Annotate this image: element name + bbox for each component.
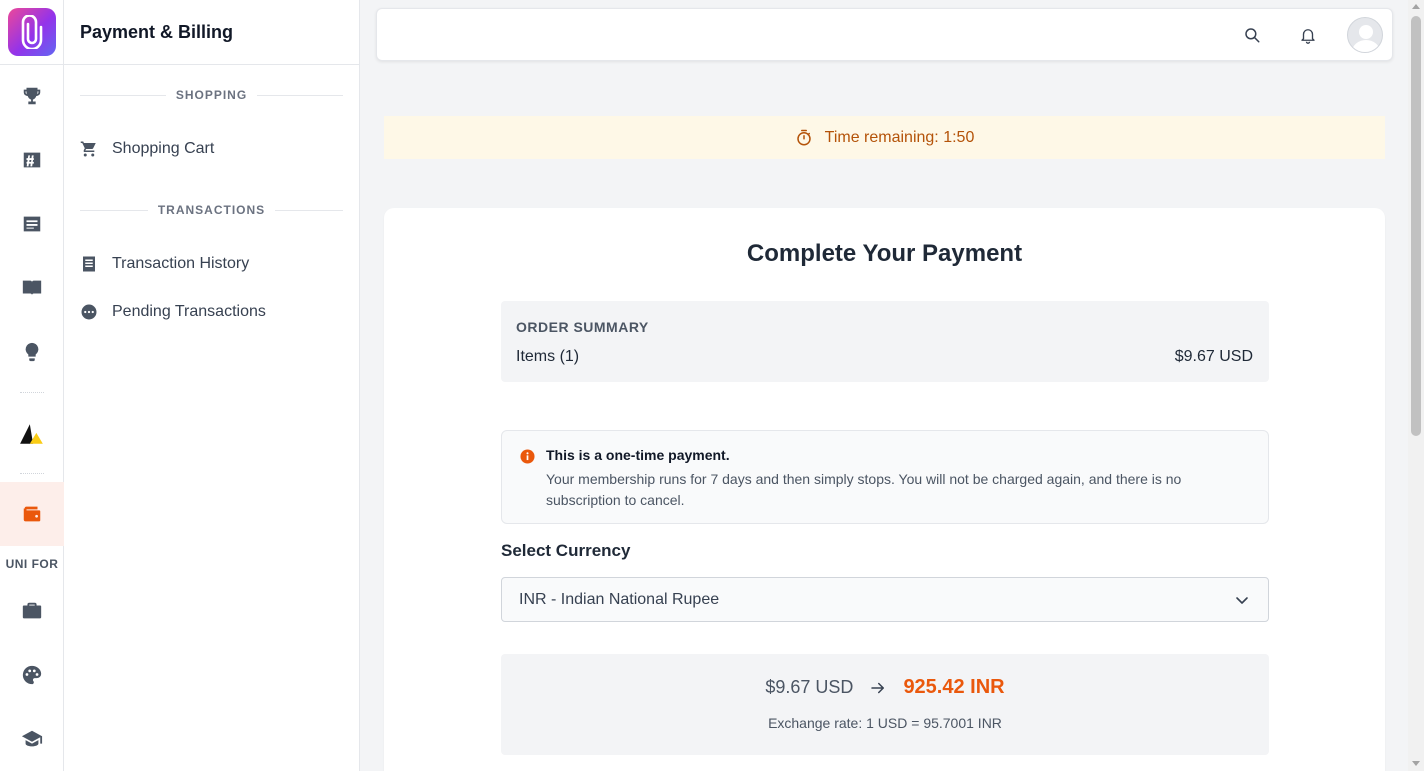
timer-text: Time remaining: 1:50 [824,128,975,146]
order-summary: ORDER SUMMARY Items (1) $9.67 USD [501,301,1269,382]
palette-icon [22,665,42,685]
exchange-rate: Exchange rate: 1 USD = 95.7001 INR [768,715,1002,731]
avatar[interactable] [1347,17,1383,53]
rail-group-label: UNI FOR [5,557,59,571]
chevron-down-icon [1236,597,1248,604]
sidebar-item-label: Transaction History [112,255,250,272]
app-logo[interactable] [8,8,56,56]
order-total: $9.67 USD [1174,348,1253,365]
paperclip-logo-icon [21,15,43,49]
section-heading-shopping: SHOPPING [80,88,344,102]
bell-icon [1301,29,1315,44]
stopwatch-icon [796,129,811,145]
rail-tag[interactable] [0,128,64,192]
currency-selected-value: INR - Indian National Rupee [519,591,720,608]
rail-book[interactable] [0,256,64,320]
section-heading-transactions: TRANSACTIONS [80,203,343,217]
rail-palette[interactable] [0,643,64,707]
notice-heading: This is a one-time payment. [546,447,730,463]
rail-news[interactable] [0,192,64,256]
currency-label: Select Currency [501,541,631,560]
rail-education[interactable] [0,707,64,771]
wallet-icon [23,506,41,522]
search-button[interactable] [1240,23,1264,47]
rail-ideas[interactable] [0,320,64,384]
currency-select[interactable]: INR - Indian National Rupee [501,577,1269,622]
secondary-sidebar: Payment & Billing SHOPPING Shopping Cart… [64,0,360,771]
order-items-count: Items (1) [516,348,580,365]
notice-body: Your membership runs for 7 days and then… [546,471,1182,508]
receipt-icon [83,256,95,272]
sidebar-item-shopping-cart[interactable]: Shopping Cart [80,132,343,166]
one-time-payment-notice: This is a one-time payment. Your members… [501,430,1269,524]
icon-rail: UNI FOR [0,0,64,771]
trophy-icon [23,87,41,105]
scrollbar-thumb[interactable] [1411,16,1421,436]
scroll-down-arrow-icon[interactable] [1412,761,1420,766]
user-avatar-icon [1352,25,1380,52]
briefcase-icon [22,602,42,619]
scroll-up-arrow-icon[interactable] [1412,4,1420,9]
conversion-box: $9.67 USD 925.42 INR Exchange rate: 1 US… [501,654,1269,755]
conversion-from: $9.67 USD [765,677,854,697]
tag-hash-icon [23,152,41,168]
page-title: Complete Your Payment [746,240,1023,267]
pending-icon [81,304,97,320]
rail-briefcase[interactable] [0,579,64,643]
top-bar [376,8,1393,61]
rail-triangle-app[interactable] [0,402,64,466]
lightbulb-icon [25,342,39,362]
sidebar-item-transaction-history[interactable]: Transaction History [80,247,343,281]
payment-card: Complete Your Payment ORDER SUMMARY Item… [384,208,1385,771]
sidebar-item-pending-transactions[interactable]: Pending Transactions [80,295,343,329]
sidebar-item-label: Pending Transactions [112,303,266,320]
rail-wallet[interactable] [0,482,64,546]
news-icon [23,216,41,232]
time-remaining-banner: Time remaining: 1:50 [384,116,1385,159]
arrow-right-icon [871,682,885,693]
conversion-to: 925.42 INR [903,676,1005,698]
cart-icon [80,141,96,157]
graduation-cap-icon [21,730,43,747]
search-icon [1245,28,1260,43]
info-icon [520,449,535,464]
rail-trophy[interactable] [0,64,64,128]
sidebar-title: Payment & Billing [80,22,234,42]
notifications-button[interactable] [1296,23,1320,47]
sidebar-item-label: Shopping Cart [112,140,215,157]
triangle-logo-icon [20,424,43,444]
order-summary-label: ORDER SUMMARY [516,319,649,335]
book-icon [22,280,42,296]
